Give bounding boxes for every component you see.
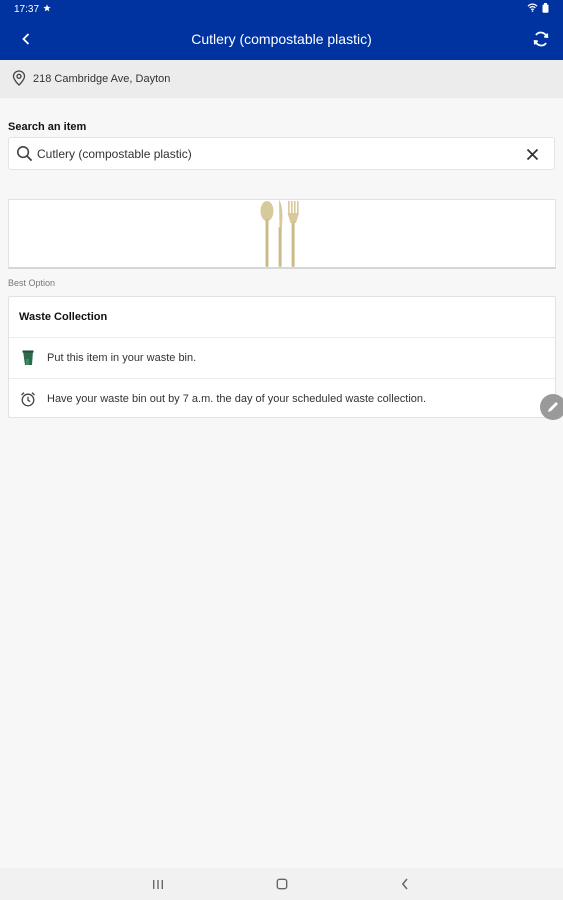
clear-search-button[interactable]	[522, 144, 542, 164]
instruction-row: Have your waste bin out by 7 a.m. the da…	[9, 378, 555, 418]
home-button[interactable]	[272, 874, 292, 894]
system-navigation-bar	[0, 868, 563, 900]
pencil-icon	[548, 402, 558, 412]
instruction-row: Put this item in your waste bin.	[9, 338, 555, 378]
search-icon	[13, 143, 35, 165]
close-icon	[526, 148, 538, 160]
refresh-button[interactable]	[529, 27, 553, 51]
page-title: Cutlery (compostable plastic)	[191, 31, 372, 47]
back-button[interactable]	[14, 27, 38, 51]
app-bar: Cutlery (compostable plastic)	[0, 18, 563, 60]
result-card: Waste Collection Put this item in your w…	[8, 296, 556, 418]
notification-star-icon	[43, 3, 51, 15]
search-box[interactable]	[8, 137, 555, 170]
recent-apps-icon	[153, 879, 163, 889]
item-image-card	[8, 199, 556, 269]
location-address: 218 Cambridge Ave, Dayton	[33, 73, 171, 85]
status-bar: 17:37	[0, 0, 563, 18]
instruction-text: Have your waste bin out by 7 a.m. the da…	[47, 392, 427, 405]
search-label: Search an item	[8, 121, 87, 133]
wifi-icon	[527, 3, 538, 15]
instruction-text: Put this item in your waste bin.	[47, 352, 197, 364]
chevron-left-icon	[401, 878, 408, 890]
location-bar[interactable]: 218 Cambridge Ave, Dayton	[0, 60, 563, 98]
result-card-title: Waste Collection	[9, 297, 555, 338]
battery-icon	[542, 2, 549, 16]
waste-bin-icon	[19, 349, 37, 367]
search-input[interactable]	[37, 146, 507, 161]
refresh-icon	[533, 31, 549, 47]
system-back-button[interactable]	[395, 874, 415, 894]
recent-apps-button[interactable]	[148, 874, 168, 894]
status-time: 17:37	[14, 3, 40, 15]
best-option-label: Best Option	[8, 278, 56, 288]
cutlery-image	[260, 200, 299, 267]
location-pin-icon	[12, 69, 26, 89]
home-icon	[276, 878, 288, 890]
chevron-left-icon	[22, 33, 30, 45]
edit-button[interactable]	[540, 394, 563, 420]
alarm-clock-icon	[19, 390, 37, 408]
